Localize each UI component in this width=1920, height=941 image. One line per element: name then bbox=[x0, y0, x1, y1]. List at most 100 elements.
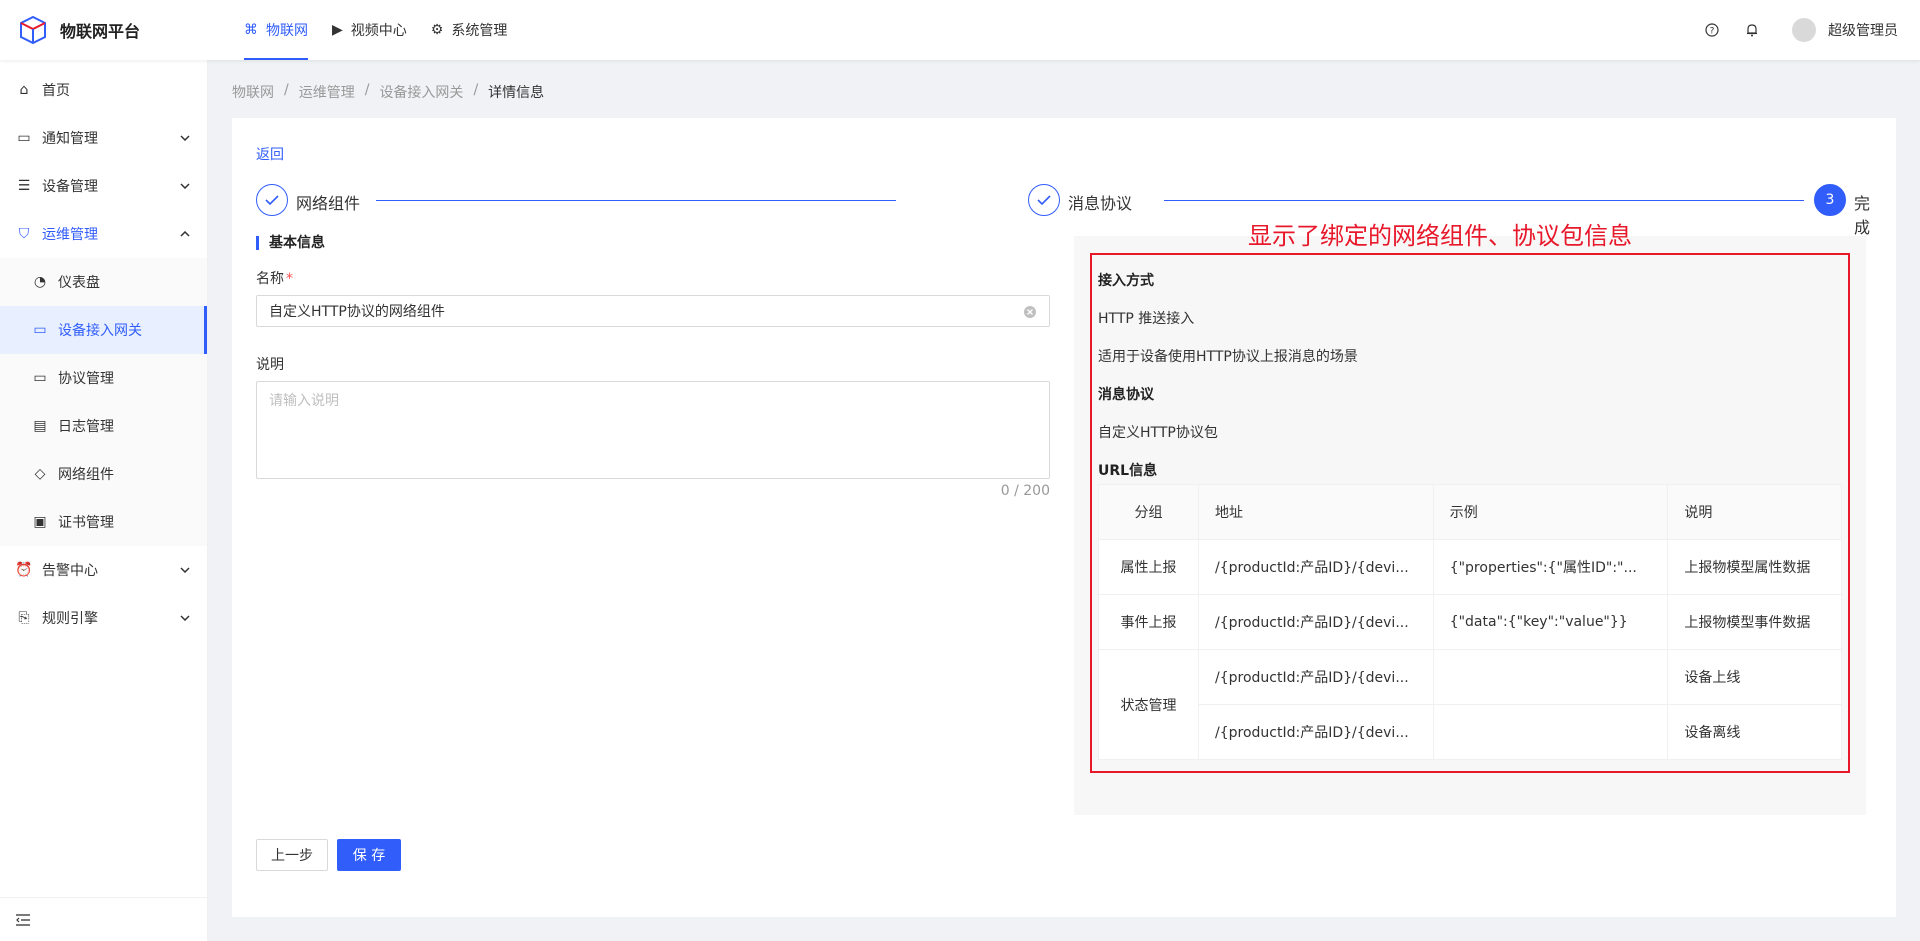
chevron-down-icon bbox=[179, 132, 191, 144]
sidebar-item-dashboard[interactable]: ◔ 仪表盘 bbox=[0, 258, 207, 306]
cell-desc: 上报物模型属性数据 bbox=[1667, 539, 1842, 595]
col-header-example: 示例 bbox=[1432, 484, 1669, 540]
access-desc: 适用于设备使用HTTP协议上报消息的场景 bbox=[1098, 349, 1358, 365]
sidebar-item-protocol[interactable]: ▭ 协议管理 bbox=[0, 354, 207, 402]
sidebar-item-cert[interactable]: ▣ 证书管理 bbox=[0, 498, 207, 546]
network-icon: ◇ bbox=[34, 466, 46, 482]
cell-example: {"properties":{"属性ID":"... bbox=[1432, 539, 1669, 595]
table-row: 事件上报 /{productId:产品ID}/{devi... {"data":… bbox=[1098, 594, 1842, 650]
menu-fold-icon bbox=[16, 913, 30, 926]
url-heading: URL信息 bbox=[1098, 463, 1158, 479]
system-icon: ⚙ bbox=[430, 22, 444, 38]
col-header-desc: 说明 bbox=[1667, 484, 1842, 540]
access-heading: 接入方式 bbox=[1098, 273, 1154, 289]
home-icon: ⌂ bbox=[19, 82, 29, 98]
cell-address: /{productId:产品ID}/{devi... bbox=[1198, 594, 1434, 650]
sidebar-item-log[interactable]: ▤ 日志管理 bbox=[0, 402, 207, 450]
chevron-up-icon bbox=[179, 228, 191, 240]
sidebar-item-alarm[interactable]: ⏰ 告警中心 bbox=[0, 546, 207, 594]
alarm-icon: ⏰ bbox=[15, 562, 33, 578]
bell-icon[interactable] bbox=[1744, 22, 1760, 38]
annotation-text: 显示了绑定的网络组件、协议包信息 bbox=[1248, 222, 1632, 250]
username[interactable]: 超级管理员 bbox=[1828, 20, 1898, 40]
breadcrumb-item[interactable]: 设备接入网关 bbox=[379, 82, 463, 102]
desc-textarea[interactable]: 请输入说明 bbox=[256, 381, 1050, 479]
chevron-down-icon bbox=[179, 612, 191, 624]
prev-step-button[interactable]: 上一步 bbox=[256, 839, 328, 871]
cell-desc: 设备离线 bbox=[1667, 704, 1842, 760]
collapse-sidebar-button[interactable] bbox=[0, 897, 207, 941]
top-header: 物联网平台 ⌘ 物联网 ▶ 视频中心 ⚙ 系统管理 ? 超级管理员 bbox=[0, 0, 1920, 60]
breadcrumb-current: 详情信息 bbox=[488, 85, 545, 101]
back-link[interactable]: 返回 bbox=[256, 144, 284, 164]
protocol-icon: ▭ bbox=[33, 370, 47, 386]
top-nav: ⌘ 物联网 ▶ 视频中心 ⚙ 系统管理 bbox=[232, 0, 519, 60]
certificate-icon: ▣ bbox=[33, 514, 47, 530]
chevron-down-icon bbox=[179, 564, 191, 576]
col-header-address: 地址 bbox=[1198, 484, 1434, 540]
cell-example bbox=[1432, 704, 1669, 760]
col-header-group: 分组 bbox=[1098, 484, 1199, 540]
topnav-system[interactable]: ⚙ 系统管理 bbox=[419, 0, 520, 60]
ops-submenu: ◔ 仪表盘 ▭ 设备接入网关 ▭ 协议管理 ▤ 日志管理 ◇ 网络组件 ▣ 证书… bbox=[0, 258, 207, 546]
sidebar-item-device[interactable]: ☰ 设备管理 bbox=[0, 162, 207, 210]
step-3-number: 3 bbox=[1814, 184, 1846, 216]
sidebar-item-home[interactable]: ⌂ 首页 bbox=[0, 66, 207, 114]
step-connector bbox=[376, 200, 896, 201]
cell-group: 属性上报 bbox=[1098, 539, 1199, 595]
save-button[interactable]: 保 存 bbox=[337, 839, 401, 871]
sidebar-item-gateway[interactable]: ▭ 设备接入网关 bbox=[0, 306, 207, 354]
cell-desc: 设备上线 bbox=[1667, 649, 1842, 705]
breadcrumb: 物联网 / 运维管理 / 设备接入网关 / 详情信息 bbox=[232, 82, 545, 102]
log-icon: ▤ bbox=[33, 418, 47, 434]
step-2-check-icon bbox=[1028, 184, 1060, 216]
topnav-video[interactable]: ▶ 视频中心 bbox=[320, 0, 419, 60]
cell-address: /{productId:产品ID}/{devi... bbox=[1198, 539, 1434, 595]
protocol-heading: 消息协议 bbox=[1098, 387, 1154, 403]
step-1-label: 网络组件 bbox=[296, 194, 361, 213]
app-title: 物联网平台 bbox=[60, 22, 141, 41]
pie-chart-icon: ◔ bbox=[33, 274, 47, 290]
url-table: 分组 地址 示例 说明 属性上报 /{productId:产品ID}/{devi… bbox=[1098, 484, 1842, 760]
sidebar-item-network[interactable]: ◇ 网络组件 bbox=[0, 450, 207, 498]
shield-icon: ⛉ bbox=[18, 226, 30, 242]
help-icon[interactable]: ? bbox=[1704, 22, 1720, 38]
iot-icon: ⌘ bbox=[244, 22, 258, 38]
name-input[interactable]: 自定义HTTP协议的网络组件 bbox=[256, 295, 1050, 327]
rules-icon: ⎘ bbox=[18, 610, 30, 626]
chevron-down-icon bbox=[179, 180, 191, 192]
cell-desc: 上报物模型事件数据 bbox=[1667, 594, 1842, 650]
cell-address: /{productId:产品ID}/{devi... bbox=[1198, 649, 1434, 705]
breadcrumb-item[interactable]: 运维管理 bbox=[299, 82, 355, 102]
sidebar-item-ops[interactable]: ⛉ 运维管理 bbox=[0, 210, 207, 258]
cell-address: /{productId:产品ID}/{devi... bbox=[1198, 704, 1434, 760]
steps: 网络组件 消息协议 3 完成 bbox=[256, 184, 1872, 237]
access-info: 接入方式 HTTP 推送接入 适用于设备使用HTTP协议上报消息的场景 消息协议… bbox=[1098, 258, 1842, 480]
notice-icon: ▭ bbox=[17, 130, 31, 146]
video-icon: ▶ bbox=[332, 22, 343, 38]
clear-icon[interactable] bbox=[1023, 305, 1037, 319]
logo[interactable]: 物联网平台 bbox=[0, 15, 232, 45]
table-header-row: 分组 地址 示例 说明 bbox=[1098, 484, 1842, 540]
section-title: 基本信息 bbox=[256, 236, 325, 250]
protocol-value: 自定义HTTP协议包 bbox=[1098, 425, 1218, 441]
table-row: 状态管理 /{productId:产品ID}/{devi... 设备上线 bbox=[1098, 649, 1842, 760]
sidebar-item-rules[interactable]: ⎘ 规则引擎 bbox=[0, 594, 207, 642]
cell-group: 状态管理 bbox=[1098, 649, 1199, 760]
breadcrumb-item[interactable]: 物联网 bbox=[232, 82, 274, 102]
monitor-icon: ▭ bbox=[33, 322, 47, 338]
sidebar-item-notice[interactable]: ▭ 通知管理 bbox=[0, 114, 207, 162]
svg-text:?: ? bbox=[1710, 27, 1715, 37]
avatar[interactable] bbox=[1792, 18, 1816, 42]
step-2-label: 消息协议 bbox=[1068, 194, 1133, 213]
sidebar: ⌂ 首页 ▭ 通知管理 ☰ 设备管理 ⛉ 运维管理 ◔ 仪表盘 ▭ 设备接入网关… bbox=[0, 60, 208, 941]
step-1-check-icon bbox=[256, 184, 288, 216]
topnav-iot[interactable]: ⌘ 物联网 bbox=[232, 0, 320, 60]
cell-group: 事件上报 bbox=[1098, 594, 1199, 650]
desc-label: 说明 bbox=[256, 357, 284, 373]
name-label: 名称 * bbox=[256, 271, 293, 287]
cell-example: {"data":{"key":"value"}} bbox=[1432, 594, 1669, 650]
access-type: HTTP 推送接入 bbox=[1098, 311, 1195, 327]
char-counter: 0 / 200 bbox=[1000, 483, 1050, 499]
device-icon: ☰ bbox=[17, 178, 31, 194]
